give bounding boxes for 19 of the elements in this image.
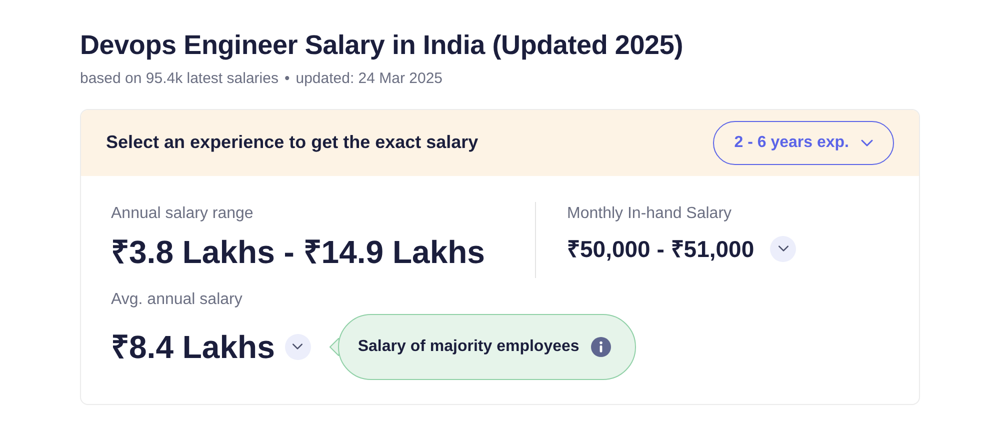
expand-button[interactable] xyxy=(284,334,311,360)
expand-button[interactable] xyxy=(770,236,796,262)
updated-date-text: updated: 24 Mar 2025 xyxy=(296,69,443,89)
tooltip-text: Salary of majority employees xyxy=(358,336,580,356)
info-icon xyxy=(591,336,612,356)
annual-range-value: ₹3.8 Lakhs - ₹14.9 Lakhs xyxy=(111,232,486,272)
salary-count-text: based on 95.4k latest salaries xyxy=(80,69,278,89)
chevron-down-icon xyxy=(861,138,873,146)
annual-range-label: Annual salary range xyxy=(111,204,254,224)
average-salary-value: ₹8.4 Lakhs xyxy=(111,328,275,366)
chevron-down-icon xyxy=(778,245,789,252)
average-salary-label: Avg. annual salary xyxy=(111,290,244,310)
experience-prompt: Select an experience to get the exact salary xyxy=(106,131,478,154)
separator-dot: • xyxy=(284,69,290,89)
chevron-down-icon xyxy=(292,343,304,350)
monthly-salary-label: Monthly In-hand Salary xyxy=(567,204,733,224)
page-title: Devops Engineer Salary in India (Updated 2025) xyxy=(80,29,684,62)
monthly-salary-value: ₹50,000 - ₹51,000 xyxy=(567,234,754,264)
experience-dropdown[interactable]: 2 - 6 years exp. xyxy=(713,120,894,164)
